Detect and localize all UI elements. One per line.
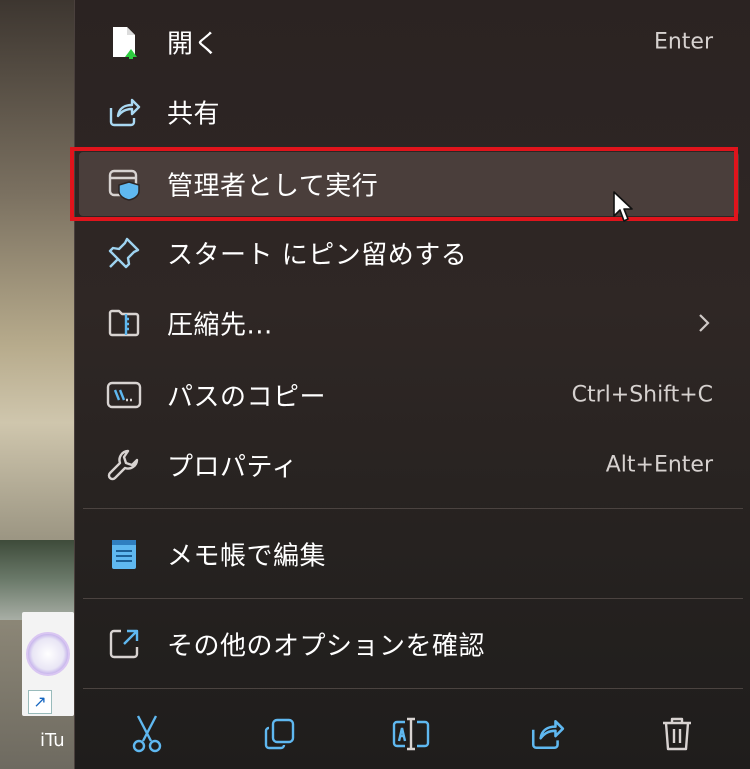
rename-button[interactable]	[389, 712, 433, 756]
menu-item-shortcut: Alt+Enter	[605, 452, 713, 478]
wrench-icon	[105, 446, 143, 484]
more-options-icon	[105, 625, 143, 663]
menu-item-label: メモ帳で編集	[167, 541, 327, 572]
menu-item-compress-to[interactable]: 圧縮先...	[75, 288, 750, 358]
cut-button[interactable]	[125, 712, 169, 756]
menu-item-label: 圧縮先...	[167, 310, 273, 341]
desktop-wallpaper-scene	[0, 540, 80, 620]
itunes-icon	[26, 632, 70, 676]
mouse-cursor-icon	[613, 191, 633, 222]
menu-item-show-more-options[interactable]: その他のオプションを確認	[75, 609, 750, 679]
delete-button[interactable]	[655, 712, 699, 756]
menu-toolbar	[75, 700, 750, 769]
share-icon	[105, 93, 143, 131]
menu-item-edit-in-notepad[interactable]: メモ帳で編集	[75, 519, 750, 589]
chevron-right-icon	[699, 314, 710, 332]
menu-item-pin-to-start[interactable]: スタート にピン留めする	[75, 218, 750, 288]
menu-item-label: スタート にピン留めする	[167, 240, 468, 271]
shortcut-arrow-icon: ↗	[28, 690, 52, 714]
menu-item-label: プロパティ	[167, 452, 298, 483]
menu-divider	[83, 598, 743, 599]
copy-path-icon	[105, 376, 143, 414]
desktop-itunes-shortcut[interactable]: ↗	[22, 612, 74, 716]
share-toolbar-button[interactable]	[525, 712, 569, 756]
copy-button[interactable]	[257, 712, 301, 756]
menu-divider	[83, 508, 743, 509]
annotation-highlight-box	[70, 147, 738, 221]
menu-item-share[interactable]: 共有	[75, 77, 750, 147]
menu-item-shortcut: Ctrl+Shift+C	[571, 382, 713, 408]
cut-icon	[132, 715, 162, 753]
zip-folder-icon	[105, 304, 143, 342]
share-icon	[531, 720, 565, 750]
menu-item-label: パスのコピー	[167, 382, 327, 413]
menu-item-label: 開く	[167, 29, 221, 60]
notepad-icon	[105, 535, 143, 573]
menu-item-label: 共有	[167, 99, 221, 130]
open-file-icon	[105, 23, 143, 61]
copy-icon	[264, 718, 295, 750]
menu-item-label: その他のオプションを確認	[167, 631, 486, 662]
menu-item-shortcut: Enter	[653, 29, 713, 55]
context-menu: 開く Enter 共有 管理者として実行 スタート にピン留めする 圧縮先...…	[74, 0, 750, 769]
menu-item-open[interactable]: 開く Enter	[75, 7, 750, 77]
menu-divider	[83, 688, 743, 689]
rename-icon	[392, 717, 430, 751]
delete-icon	[663, 717, 691, 751]
pin-icon	[105, 234, 143, 272]
screen: ↗ iTu 開く Enter 共有 管理者として実行 スタート にピン留めする …	[0, 0, 750, 769]
menu-item-copy-path[interactable]: パスのコピー Ctrl+Shift+C	[75, 360, 750, 430]
desktop-icon-label[interactable]: iTu	[40, 730, 65, 751]
menu-item-properties[interactable]: プロパティ Alt+Enter	[75, 430, 750, 500]
